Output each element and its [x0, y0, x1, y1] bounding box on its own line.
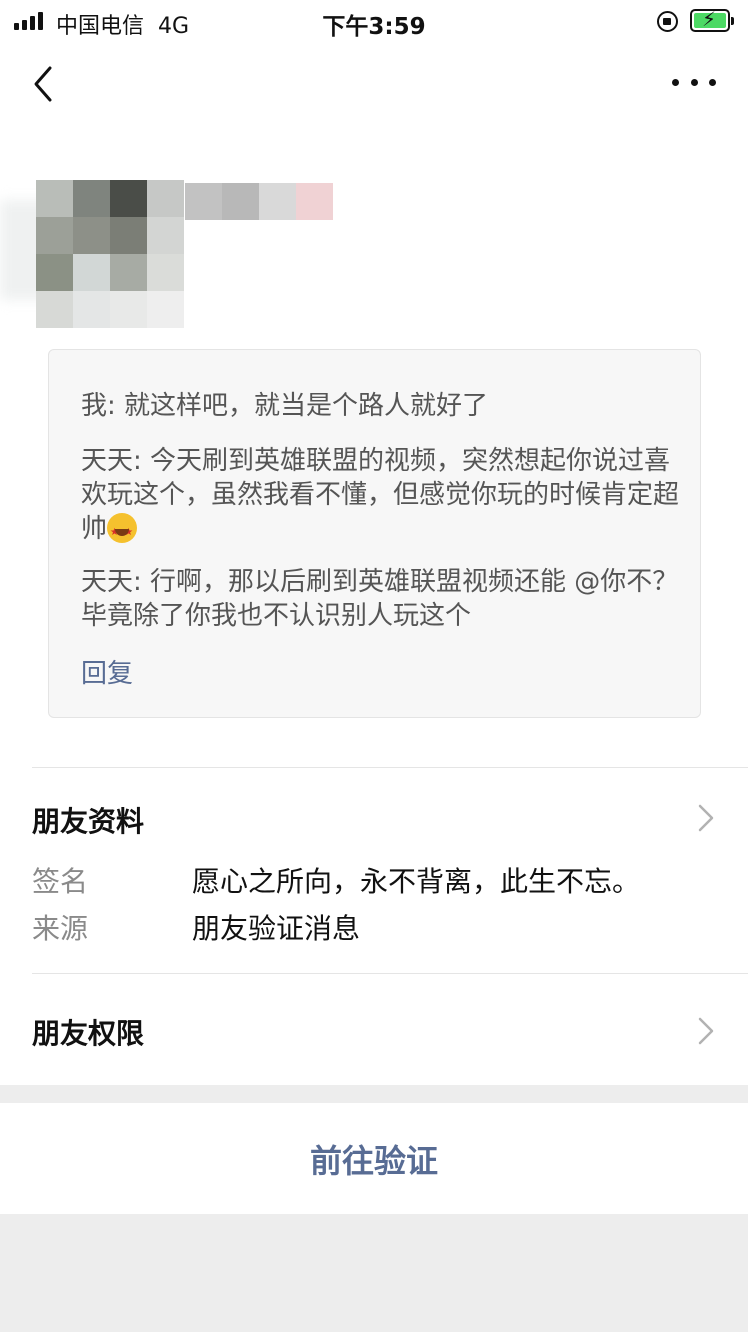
more-dots-icon[interactable] [672, 72, 716, 92]
section-separator [0, 1085, 748, 1103]
message-card: 我: 就这样吧，就当是个路人就好了 天天: 今天刷到英雄联盟的视频，突然想起你说… [48, 349, 701, 718]
chevron-right-icon[interactable] [697, 803, 715, 833]
bottom-background [0, 1214, 748, 1332]
status-bar: 中国电信 4G 下午3:59 ⚡ [0, 0, 748, 42]
friend-permissions-title[interactable]: 朋友权限 [32, 1012, 144, 1052]
message-2-text: 天天: 今天刷到英雄联盟的视频，突然想起你说过喜欢玩这个，虽然我看不懂，但感觉你… [81, 446, 680, 544]
reply-link[interactable]: 回复 [81, 653, 133, 690]
divider [32, 973, 748, 974]
message-1: 我: 就这样吧，就当是个路人就好了 [81, 391, 489, 421]
orientation-lock-icon [657, 11, 678, 32]
message-3: 天天: 行啊，那以后刷到英雄联盟视频还能 @你不？毕竟除了你我也不认识别人玩这个 [81, 567, 679, 631]
friend-info-title[interactable]: 朋友资料 [32, 800, 144, 840]
name-mosaic [185, 183, 333, 220]
go-verify-button[interactable]: 前往验证 [0, 1103, 748, 1214]
status-time: 下午3:59 [322, 14, 426, 40]
message-2: 天天: 今天刷到英雄联盟的视频，突然想起你说过喜欢玩这个，虽然我看不懂，但感觉你… [81, 444, 681, 550]
chevron-right-icon[interactable] [697, 1016, 715, 1046]
source-label: 来源 [32, 912, 89, 945]
source-value: 朋友验证消息 [192, 912, 361, 945]
signature-label: 签名 [32, 865, 89, 898]
divider [32, 767, 748, 768]
signature-value: 愿心之所向，永不背离，此生不忘。 [192, 865, 641, 898]
back-icon[interactable] [28, 62, 68, 106]
battery-charging-icon: ⚡ [690, 9, 734, 32]
avatar [36, 180, 184, 328]
star-struck-emoji-icon [107, 513, 138, 550]
